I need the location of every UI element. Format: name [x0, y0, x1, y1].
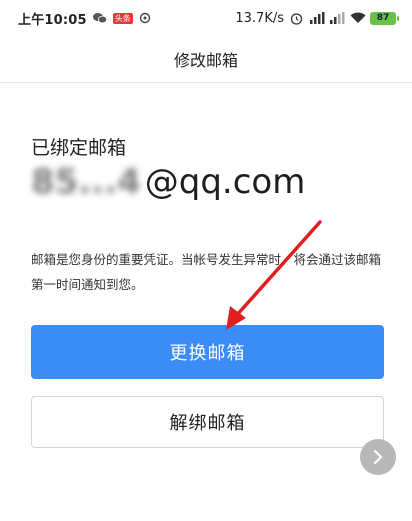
- change-email-button-label: 更换邮箱: [169, 343, 246, 364]
- wechat-icon: [92, 12, 107, 24]
- page-header: 修改邮箱: [0, 36, 412, 83]
- unbind-email-button-label: 解绑邮箱: [169, 413, 246, 434]
- change-email-button[interactable]: 更换邮箱: [31, 325, 384, 379]
- email-description: 邮箱是您身份的重要凭证。当帐号发生异常时，将会通过该邮箱第一时间通知到您。: [31, 252, 382, 292]
- status-bar-left: 上午10:05 头条: [18, 9, 153, 28]
- bound-email-value: 85...4 @qq.com: [31, 160, 305, 204]
- wifi-icon: [350, 12, 366, 24]
- battery-icon: 87: [370, 11, 399, 25]
- signal-icon: [310, 12, 325, 24]
- page-title: 修改邮箱: [173, 51, 238, 70]
- bound-email-label: 已绑定邮箱: [31, 137, 127, 159]
- chevron-right-icon: [373, 449, 383, 465]
- status-time: 上午10:05: [18, 12, 87, 28]
- sync-icon: [139, 12, 153, 24]
- news-icon: 头条: [112, 12, 133, 24]
- email-domain: @qq.com: [144, 162, 306, 202]
- status-bar-right: 13.7K/s 87: [235, 10, 399, 26]
- network-speed: 13.7K/s: [235, 10, 284, 26]
- unbind-email-button[interactable]: 解绑邮箱: [31, 396, 384, 448]
- next-button[interactable]: [360, 439, 396, 475]
- signal-icon-2: [330, 12, 345, 24]
- alarm-icon: [290, 12, 304, 25]
- status-bar: 上午10:05 头条 13.7K/s 87: [0, 0, 412, 36]
- email-masked-prefix: 85...4: [31, 162, 141, 202]
